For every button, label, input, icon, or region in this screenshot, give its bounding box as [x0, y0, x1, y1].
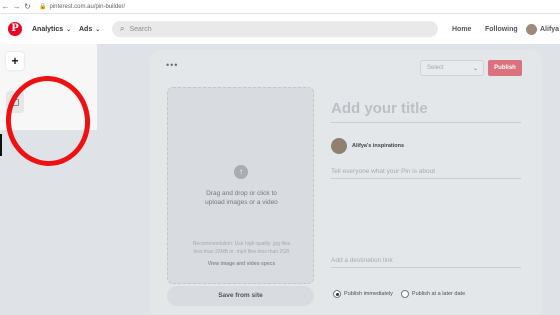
view-specs-link[interactable]: View image and video specs: [168, 261, 315, 267]
pin-list-panel: +: [0, 44, 97, 172]
publish-button[interactable]: Publish: [488, 60, 522, 76]
publish-later-radio[interactable]: [400, 290, 409, 298]
description-input[interactable]: Tell everyone what your Pin is about: [331, 168, 435, 175]
add-pin-button[interactable]: +: [6, 52, 24, 70]
address-bar[interactable]: 🔒 pinterest.com.au/pin-builder/: [39, 3, 126, 11]
browser-toolbar: ← → ↻ 🔒 pinterest.com.au/pin-builder/: [0, 0, 560, 14]
reload-icon[interactable]: ↻: [22, 0, 33, 14]
pinterest-logo[interactable]: P: [8, 22, 22, 36]
publish-immediately-radio[interactable]: [333, 290, 341, 298]
ads-menu[interactable]: Ads ⌄: [79, 14, 100, 44]
search-icon: ⌕: [120, 24, 125, 33]
upload-arrow-icon: ↑: [234, 165, 248, 179]
destination-link-input[interactable]: Add a destination link: [331, 257, 393, 264]
avatar: [331, 138, 347, 154]
publish-immediately-label: Publish immediately: [344, 291, 393, 297]
back-icon[interactable]: ←: [0, 0, 11, 14]
pin-owner: Alifya's inspirations: [331, 138, 404, 154]
pin-builder-card: ••• Select ⌄ Publish ↑ Drag and drop or …: [150, 50, 542, 315]
title-input[interactable]: Add your title: [331, 100, 428, 117]
chevron-down-icon: ⌄: [95, 26, 101, 33]
chevron-down-icon: ⌄: [472, 65, 478, 72]
destination-underline: [331, 267, 521, 268]
avatar: [526, 23, 537, 35]
lock-icon: 🔒: [39, 4, 47, 10]
following-link[interactable]: Following: [485, 14, 518, 44]
profile-link[interactable]: Alifya: [526, 14, 559, 44]
search-bar[interactable]: ⌕: [112, 21, 438, 37]
ads-label: Ads: [79, 25, 93, 33]
save-from-site-button[interactable]: Save from site: [167, 286, 314, 306]
home-link[interactable]: Home: [452, 14, 471, 44]
search-input[interactable]: [129, 25, 330, 33]
owner-name: Alifya's inspirations: [352, 143, 405, 149]
upload-dropzone[interactable]: ↑ Drag and drop or click to upload image…: [167, 87, 314, 284]
description-underline: [331, 178, 521, 179]
forward-icon[interactable]: →: [11, 0, 22, 14]
analytics-label: Analytics: [32, 25, 64, 33]
publish-later-label: Publish at a later date: [411, 291, 466, 297]
publish-timing: Publish immediately Publish at a later d…: [333, 290, 465, 298]
analytics-menu[interactable]: Analytics ⌄: [32, 14, 71, 44]
more-options-icon[interactable]: •••: [166, 60, 178, 70]
chevron-down-icon: ⌄: [66, 26, 72, 33]
selection-indicator: [0, 134, 2, 156]
upload-recommendation: Recommendation: Use high-quality .jpg fi…: [192, 241, 291, 255]
url-text: pinterest.com.au/pin-builder/: [49, 3, 126, 10]
profile-name: Alifya: [540, 25, 560, 33]
board-select[interactable]: Select ⌄: [420, 60, 484, 76]
drag-drop-text: Drag and drop or click to upload images …: [205, 190, 278, 206]
title-underline: [331, 122, 521, 123]
top-header: P Analytics ⌄ Ads ⌄ ⌕ Home Following Ali…: [0, 14, 560, 44]
board-select-value: Select: [427, 65, 444, 71]
